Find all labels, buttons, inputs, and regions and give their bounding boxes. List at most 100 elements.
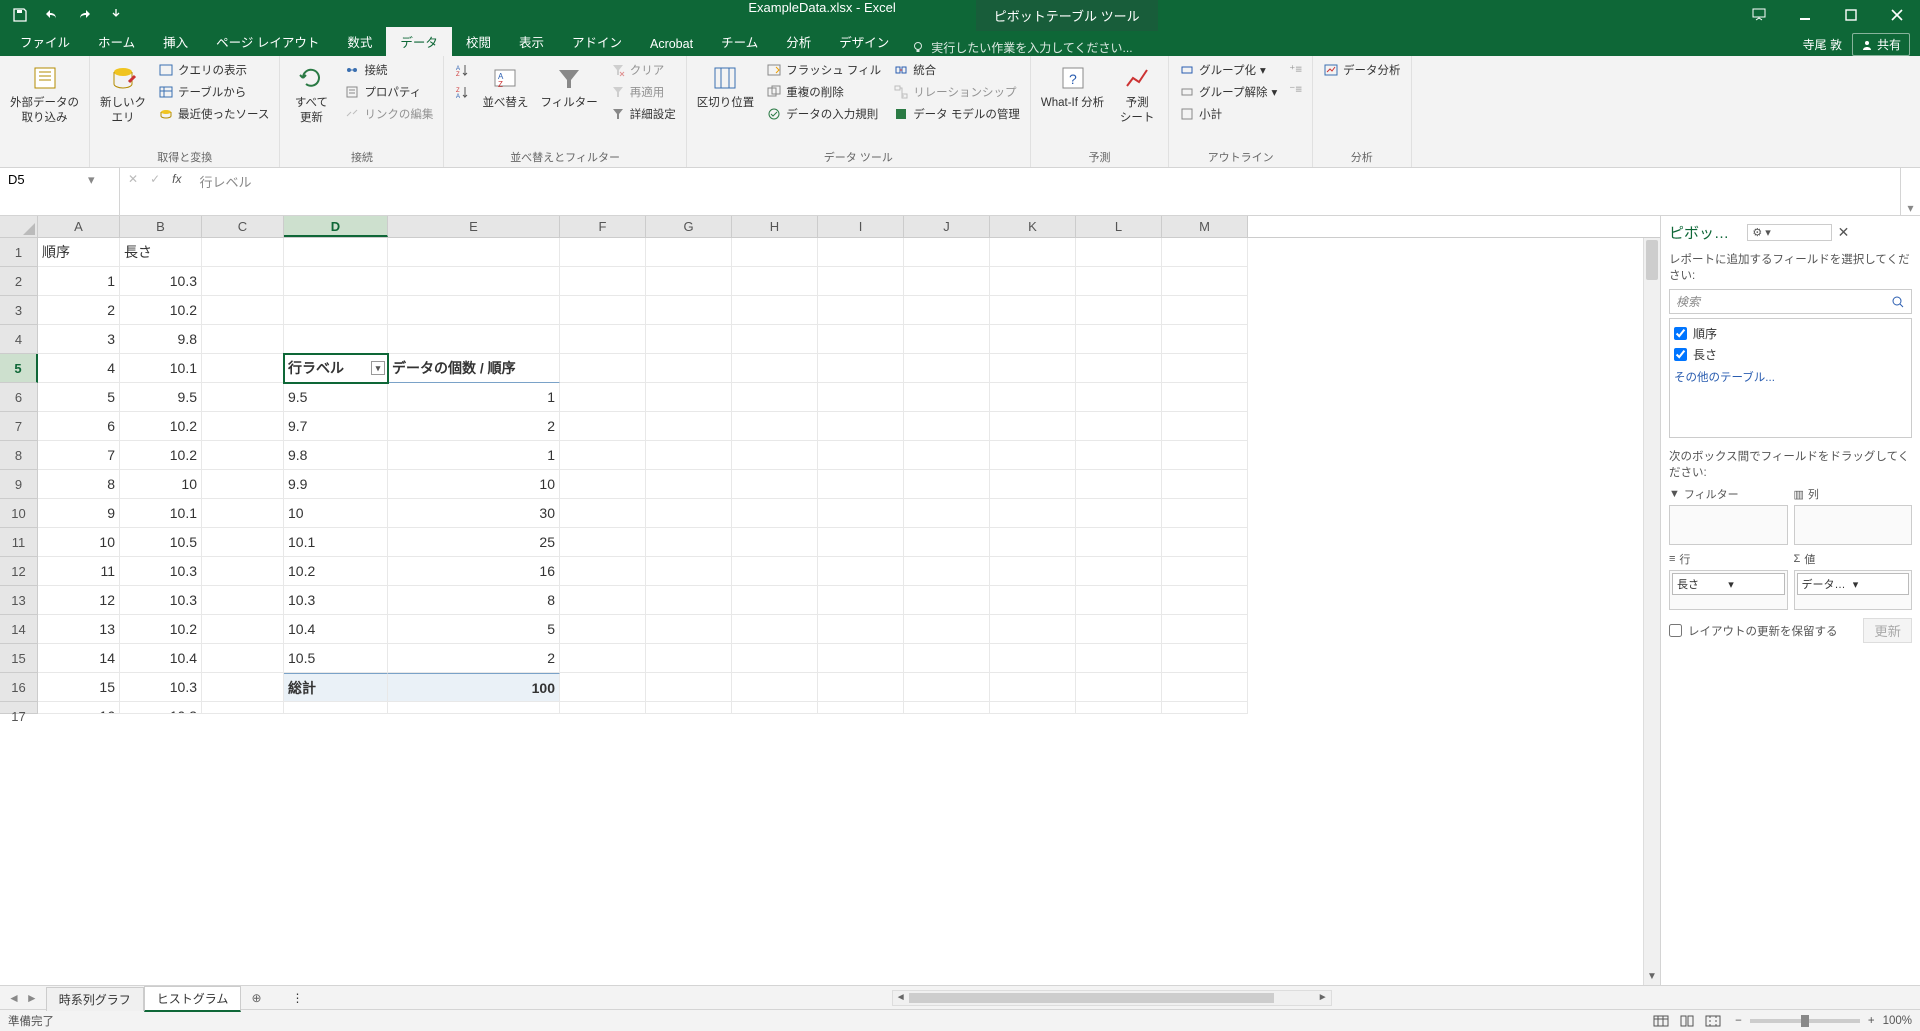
cell[interactable]: [202, 412, 284, 441]
cell[interactable]: [818, 267, 904, 296]
cell[interactable]: [560, 528, 646, 557]
cell[interactable]: [904, 702, 990, 714]
cell[interactable]: [646, 354, 732, 383]
cell[interactable]: [202, 267, 284, 296]
cell[interactable]: [202, 673, 284, 702]
tell-me-box[interactable]: 実行したい作業を入力してください...: [903, 39, 1140, 56]
zoom-level[interactable]: 100%: [1883, 1015, 1912, 1027]
col-header-k[interactable]: K: [990, 216, 1076, 237]
cell[interactable]: 10.3: [120, 557, 202, 586]
cell[interactable]: [646, 325, 732, 354]
cell[interactable]: [732, 644, 818, 673]
cell[interactable]: [202, 557, 284, 586]
page-break-view-icon[interactable]: [1701, 1012, 1725, 1030]
tab-acrobat[interactable]: Acrobat: [636, 32, 707, 56]
cell[interactable]: [818, 586, 904, 615]
cell[interactable]: [560, 383, 646, 412]
whatif-button[interactable]: ? What-If 分析: [1037, 60, 1108, 113]
cell[interactable]: [732, 267, 818, 296]
cell[interactable]: [202, 238, 284, 267]
cell[interactable]: [1076, 383, 1162, 412]
cell[interactable]: 9.9: [284, 470, 388, 499]
col-header-d[interactable]: D: [284, 216, 388, 237]
cell[interactable]: [1162, 325, 1248, 354]
cell[interactable]: [732, 325, 818, 354]
zoom-slider[interactable]: [1750, 1019, 1860, 1023]
cell[interactable]: [1162, 557, 1248, 586]
cell[interactable]: 10.3: [120, 702, 202, 714]
cell[interactable]: [990, 412, 1076, 441]
cell[interactable]: データの個数 / 順序: [388, 354, 560, 383]
cell[interactable]: [1076, 354, 1162, 383]
cell[interactable]: [560, 644, 646, 673]
maximize-icon[interactable]: [1828, 0, 1874, 30]
cell[interactable]: [904, 238, 990, 267]
other-tables-link[interactable]: その他のテーブル...: [1674, 365, 1907, 389]
cell[interactable]: [202, 586, 284, 615]
filters-drop-zone[interactable]: [1669, 505, 1788, 545]
cell[interactable]: [1076, 238, 1162, 267]
columns-drop-zone[interactable]: [1794, 505, 1913, 545]
touch-mode-icon[interactable]: [102, 3, 130, 27]
cell[interactable]: [1162, 383, 1248, 412]
page-layout-view-icon[interactable]: [1675, 1012, 1699, 1030]
cell[interactable]: 30: [388, 499, 560, 528]
cell[interactable]: 11: [38, 557, 120, 586]
cell[interactable]: 9.5: [120, 383, 202, 412]
row-field-item[interactable]: 長さ▾: [1672, 573, 1785, 595]
row-header[interactable]: 17: [0, 702, 38, 714]
cell[interactable]: [388, 325, 560, 354]
ungroup-button[interactable]: グループ解除 ▾: [1175, 82, 1281, 102]
cell[interactable]: 10: [284, 499, 388, 528]
tab-review[interactable]: 校閲: [452, 27, 505, 56]
vertical-scrollbar[interactable]: ▲ ▼: [1643, 238, 1660, 985]
cell[interactable]: [904, 267, 990, 296]
cell[interactable]: 2: [388, 644, 560, 673]
row-header[interactable]: 1: [0, 238, 38, 267]
cell[interactable]: 10.3: [120, 673, 202, 702]
cell[interactable]: [560, 267, 646, 296]
cell[interactable]: 順序: [38, 238, 120, 267]
col-header-h[interactable]: H: [732, 216, 818, 237]
remove-duplicates-button[interactable]: 重複の削除: [762, 82, 885, 102]
field-checkbox-order[interactable]: 順序: [1674, 323, 1907, 344]
cell[interactable]: [990, 325, 1076, 354]
cell[interactable]: [1162, 644, 1248, 673]
cell[interactable]: [732, 383, 818, 412]
tab-addins[interactable]: アドイン: [558, 27, 636, 56]
cell[interactable]: [732, 354, 818, 383]
cell[interactable]: [990, 528, 1076, 557]
cell[interactable]: [904, 325, 990, 354]
cell[interactable]: [990, 644, 1076, 673]
cell[interactable]: 行ラベル▾: [284, 354, 388, 383]
tab-home[interactable]: ホーム: [84, 27, 149, 56]
cell[interactable]: [990, 615, 1076, 644]
close-icon[interactable]: [1874, 0, 1920, 30]
cell[interactable]: [202, 499, 284, 528]
cell[interactable]: 1: [388, 441, 560, 470]
cell[interactable]: [732, 702, 818, 714]
cell[interactable]: [732, 441, 818, 470]
cell[interactable]: [1076, 673, 1162, 702]
cell[interactable]: [904, 441, 990, 470]
new-sheet-icon[interactable]: ⊕: [241, 991, 271, 1005]
row-header[interactable]: 16: [0, 673, 38, 702]
cell[interactable]: 10.5: [284, 644, 388, 673]
cell[interactable]: 1: [388, 383, 560, 412]
group-rows-button[interactable]: グループ化 ▾: [1175, 60, 1281, 80]
tab-view[interactable]: 表示: [505, 27, 558, 56]
horizontal-scrollbar[interactable]: ◄ ►: [892, 990, 1332, 1006]
flash-fill-button[interactable]: フラッシュ フィル: [762, 60, 885, 80]
cell[interactable]: [818, 528, 904, 557]
cell[interactable]: [1076, 267, 1162, 296]
cell[interactable]: 12: [38, 586, 120, 615]
cell[interactable]: [818, 383, 904, 412]
name-box[interactable]: ▾: [0, 168, 120, 215]
cell[interactable]: [560, 325, 646, 354]
cell[interactable]: 5: [388, 615, 560, 644]
cell[interactable]: [990, 267, 1076, 296]
cell[interactable]: [1162, 470, 1248, 499]
cell[interactable]: [646, 673, 732, 702]
cell[interactable]: 総計: [284, 673, 388, 702]
row-header[interactable]: 10: [0, 499, 38, 528]
